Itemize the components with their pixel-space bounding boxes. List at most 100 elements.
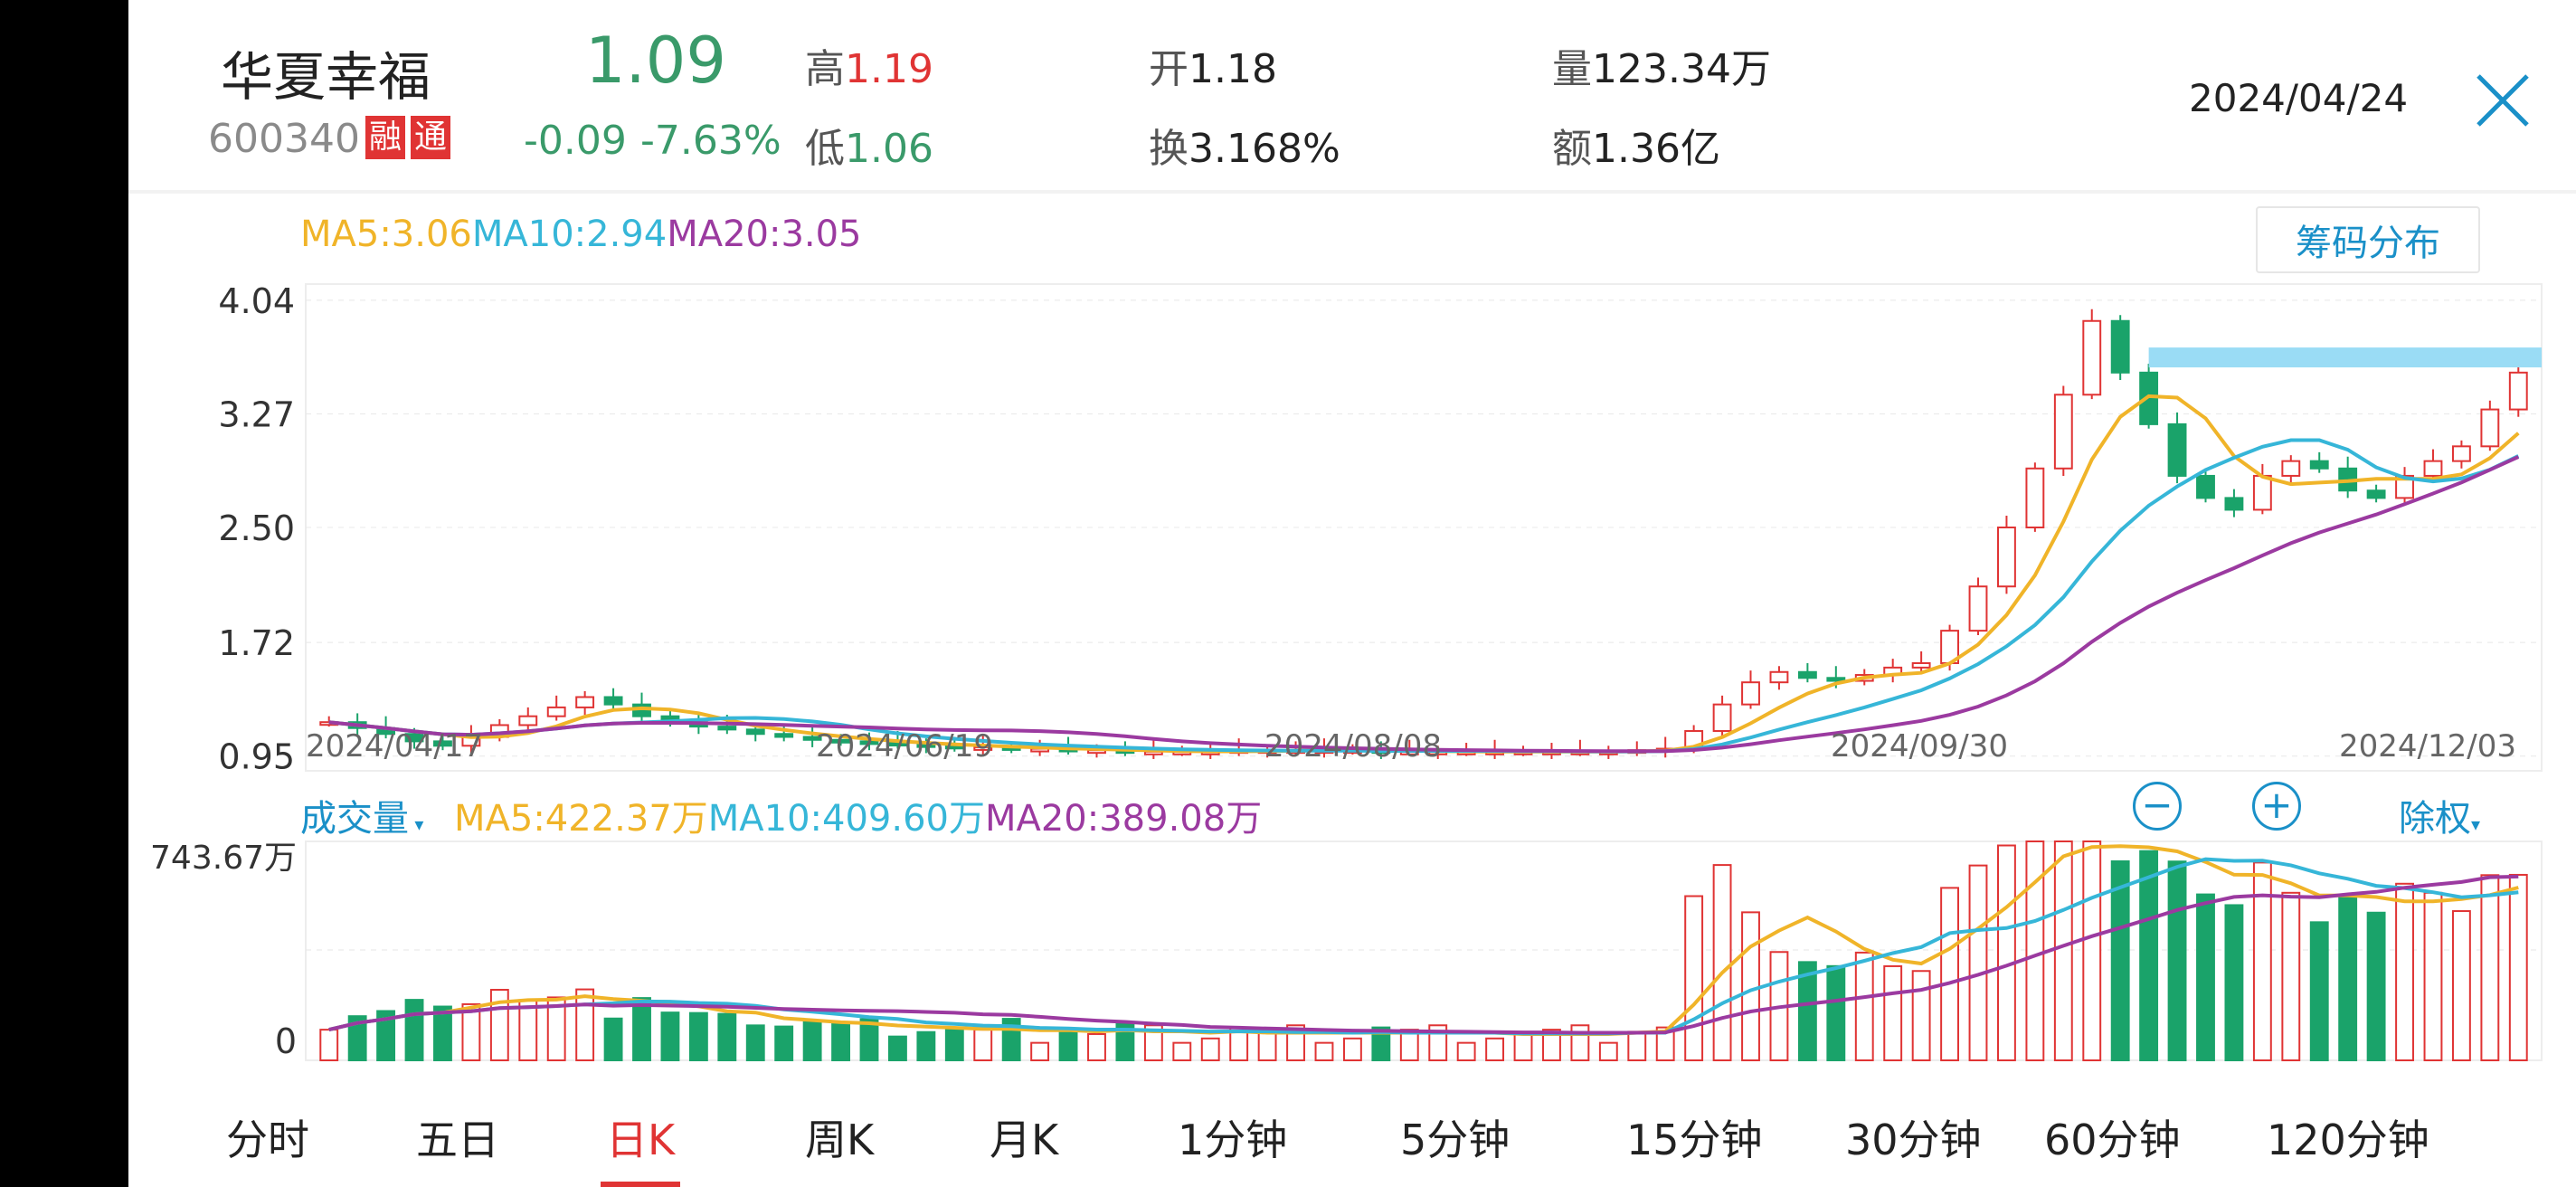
candle-body xyxy=(2309,460,2329,470)
high-value: 1.19 xyxy=(845,46,933,92)
volume-ma10-line xyxy=(328,857,2519,1036)
open-label: 开 xyxy=(1149,46,1189,92)
volume-bar xyxy=(1712,864,1732,1062)
volume-bar xyxy=(2224,904,2244,1062)
volume-bar xyxy=(2139,850,2159,1062)
ma-legend: MA5:3.06MA10:2.94MA20:3.05 xyxy=(300,214,862,255)
open-stat: 开1.18 xyxy=(1149,36,1277,94)
candle-body xyxy=(1797,670,1817,679)
price-y-tick: 3.27 xyxy=(218,394,295,434)
tab-6[interactable]: 5分钟 xyxy=(1400,1107,1510,1167)
high-label: 高 xyxy=(805,46,845,92)
candle-body xyxy=(2423,460,2443,477)
price-y-tick: 1.72 xyxy=(218,623,295,663)
price-change-pct: -7.63% xyxy=(640,118,781,164)
volume-bar xyxy=(688,1011,708,1061)
tab-0[interactable]: 分时 xyxy=(226,1107,309,1167)
candle-body xyxy=(2196,474,2215,499)
volume-bar xyxy=(831,1022,850,1062)
tab-2[interactable]: 日K xyxy=(601,1107,681,1187)
tab-9[interactable]: 60分钟 xyxy=(2044,1107,2181,1167)
volume-bar xyxy=(1456,1041,1476,1061)
volume-bar xyxy=(1570,1024,1590,1061)
price-x-tick: 2024/12/03 xyxy=(2339,728,2516,764)
candle-body xyxy=(2252,474,2272,511)
volume-bar xyxy=(888,1035,907,1061)
volume-bar xyxy=(2281,891,2301,1061)
zoom-in-button[interactable]: + xyxy=(2252,782,2301,831)
tab-1[interactable]: 五日 xyxy=(416,1107,499,1167)
volume-bar xyxy=(802,1021,822,1061)
high-stat: 高1.19 xyxy=(805,36,933,94)
volume-bar xyxy=(1741,911,1760,1061)
close-icon[interactable] xyxy=(2471,69,2534,132)
candle-body xyxy=(575,696,595,708)
volume-chart[interactable]: 743.67万 0 xyxy=(128,832,2576,1068)
volume-bar xyxy=(717,1012,737,1062)
volume-bar xyxy=(1826,964,1846,1061)
tab-4[interactable]: 月K xyxy=(990,1107,1058,1167)
volume-bar xyxy=(2167,860,2187,1061)
candle-body xyxy=(2082,319,2102,396)
candle-body xyxy=(745,728,765,736)
candle-body xyxy=(1968,585,1988,632)
volume-bar xyxy=(2451,910,2471,1061)
tags: 融通 xyxy=(360,116,451,159)
candle-body xyxy=(1997,527,2016,588)
tab-5[interactable]: 1分钟 xyxy=(1178,1107,1287,1167)
volume-bar xyxy=(2366,911,2386,1062)
candle-body xyxy=(2110,319,2130,374)
volume-bar xyxy=(1684,895,1704,1061)
volume-ma20-line xyxy=(328,874,2519,1035)
volume-bar xyxy=(774,1025,794,1062)
active-tab-underline xyxy=(601,1182,681,1187)
candle-body xyxy=(2167,423,2187,477)
tab-3[interactable]: 周K xyxy=(805,1107,874,1167)
volume-max-label: 743.67万 xyxy=(150,840,297,877)
volume-bar xyxy=(944,1026,964,1061)
turnover-label: 换 xyxy=(1149,126,1189,172)
connect-tag: 通 xyxy=(411,116,451,159)
volume-bar xyxy=(916,1030,936,1061)
margin-tag: 融 xyxy=(365,116,406,159)
volume-bar xyxy=(2338,894,2358,1061)
volume-bar xyxy=(2480,874,2500,1061)
price-chart[interactable]: 4.04 3.27 2.50 1.72 0.95 2024/04/17 2024/06/19… xyxy=(128,271,2576,778)
zoom-out-button[interactable]: − xyxy=(2133,782,2182,831)
tab-8[interactable]: 30分钟 xyxy=(1845,1107,1982,1167)
candle-body xyxy=(1712,703,1732,732)
price-y-tick: 0.95 xyxy=(218,737,295,777)
volume-bar xyxy=(2423,891,2443,1061)
candle-body xyxy=(2224,497,2244,511)
tab-7[interactable]: 15分钟 xyxy=(1626,1107,1763,1167)
candle-body xyxy=(1826,677,1846,682)
volume-bar xyxy=(1200,1037,1220,1062)
volume-bar xyxy=(1087,1032,1106,1062)
current-price: 1.09 xyxy=(585,24,726,98)
volume-bar xyxy=(2053,840,2073,1061)
candle-body xyxy=(2508,371,2528,411)
stock-name: 华夏幸福 xyxy=(221,46,431,108)
ma10-line xyxy=(328,438,2520,754)
ma10-legend: MA10:2.94 xyxy=(471,214,668,255)
price-x-tick: 2024/04/17 xyxy=(306,728,483,764)
volume-bar xyxy=(745,1024,765,1061)
amount-label: 额 xyxy=(1552,126,1592,172)
candle-body xyxy=(2451,445,2471,462)
volume-bar xyxy=(1342,1037,1362,1062)
volume-bar xyxy=(1058,1030,1078,1061)
candle-body xyxy=(1741,681,1760,706)
kline-panel: 华夏幸福 600340 融通 1.09 -0.09 -7.63% 高1.19 低… xyxy=(128,0,2576,1187)
chip-distribution-button[interactable]: 筹码分布 xyxy=(2256,206,2480,273)
low-label: 低 xyxy=(805,126,845,172)
ma20-legend: MA20:3.05 xyxy=(667,214,862,255)
price-x-tick: 2024/09/30 xyxy=(1831,728,2008,764)
volume-zero-label: 0 xyxy=(275,1021,297,1061)
candle-body xyxy=(603,696,623,706)
candle-body xyxy=(2366,489,2386,499)
ma5-line xyxy=(328,394,2520,754)
candle-body xyxy=(2053,394,2073,470)
tab-10[interactable]: 120分钟 xyxy=(2267,1107,2429,1167)
price-y-tick: 4.04 xyxy=(218,281,295,321)
volume-bar xyxy=(2252,861,2272,1061)
